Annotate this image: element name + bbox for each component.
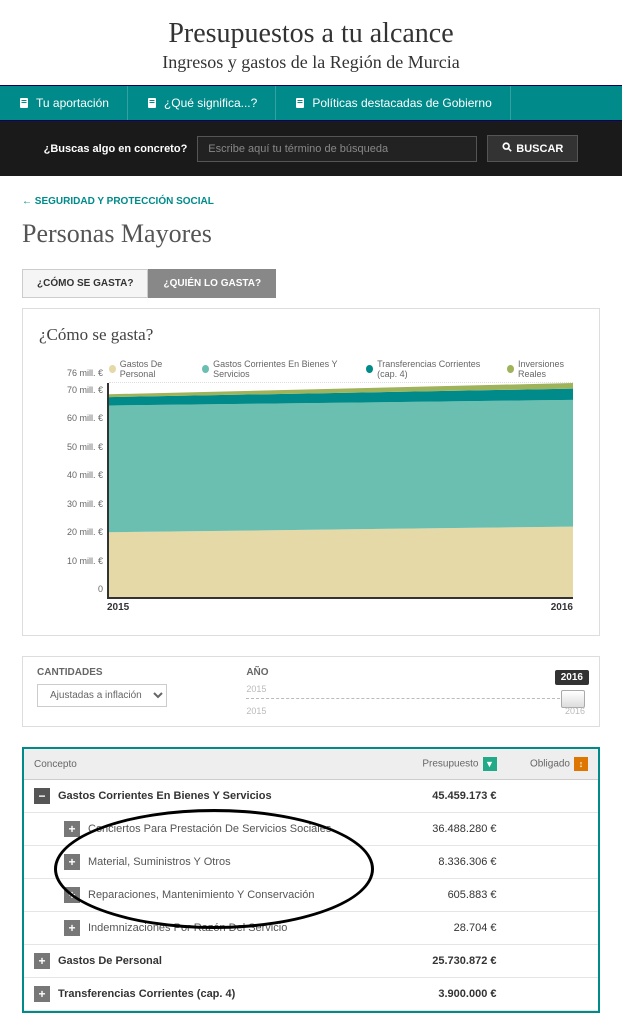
row-label: Transferencias Corrientes (cap. 4) <box>58 988 235 1000</box>
row-obligado <box>507 780 599 813</box>
nav-significa[interactable]: ¿Qué significa...? <box>128 86 276 120</box>
main-nav: Tu aportación ¿Qué significa...? Polític… <box>0 85 622 121</box>
xtick: 2015 <box>107 602 129 613</box>
search-prompt: ¿Buscas algo en concreto? <box>44 143 188 155</box>
legend-item[interactable]: Inversiones Reales <box>507 359 583 379</box>
expand-icon[interactable]: + <box>64 821 80 837</box>
expand-icon[interactable]: + <box>64 920 80 936</box>
tab-como[interactable]: ¿CÓMO SE GASTA? <box>22 269 148 298</box>
th-obligado[interactable]: Obligado↕ <box>507 749 599 780</box>
search-input[interactable] <box>197 136 477 162</box>
legend-label: Gastos Corrientes En Bienes Y Servicios <box>213 359 352 379</box>
nav-politicas[interactable]: Políticas destacadas de Gobierno <box>276 86 510 120</box>
sort-icon: ↕ <box>574 757 588 771</box>
site-subtitle: Ingresos y gastos de la Región de Murcia <box>0 52 622 73</box>
tab-quien[interactable]: ¿QUIÉN LO GASTA? <box>148 269 276 298</box>
document-icon <box>146 97 158 109</box>
year-mark: 2015 <box>246 706 266 716</box>
nav-label: ¿Qué significa...? <box>164 96 257 110</box>
page-title: Personas Mayores <box>22 219 600 249</box>
site-title: Presupuestos a tu alcance <box>0 18 622 50</box>
ytick: 40 mill. € <box>67 470 103 480</box>
ytick: 70 mill. € <box>67 385 103 395</box>
row-label: Conciertos Para Prestación De Servicios … <box>88 823 331 835</box>
row-obligado <box>507 945 599 978</box>
expand-icon[interactable]: + <box>64 854 80 870</box>
expand-icon[interactable]: + <box>64 887 80 903</box>
row-presupuesto: 28.704 € <box>396 912 506 945</box>
row-obligado <box>507 879 599 912</box>
nav-label: Políticas destacadas de Gobierno <box>312 96 491 110</box>
table-row[interactable]: + Material, Suministros Y Otros 8.336.306 … <box>24 846 598 879</box>
chart-legend: Gastos De Personal Gastos Corrientes En … <box>109 359 583 379</box>
legend-label: Inversiones Reales <box>518 359 583 379</box>
breadcrumb[interactable]: SEGURIDAD Y PROTECCIÓN SOCIAL <box>22 196 600 207</box>
row-label: Material, Suministros Y Otros <box>88 856 231 868</box>
sort-down-icon: ▼ <box>483 757 497 771</box>
row-presupuesto: 36.488.280 € <box>396 813 506 846</box>
controls-bar: CANTIDADES Ajustadas a inflación AÑO 201… <box>22 656 600 727</box>
table-row[interactable]: +Reparaciones, Mantenimiento Y Conservac… <box>24 879 598 912</box>
ano-label: AÑO <box>246 667 585 678</box>
ytick: 50 mill. € <box>67 442 103 452</box>
table-row[interactable]: + Conciertos Para Prestación De Servicios… <box>24 813 598 846</box>
ytick: 20 mill. € <box>67 527 103 537</box>
row-label: Indemnizaciones Por Razón Del Servicio <box>88 922 287 934</box>
collapse-icon[interactable]: − <box>34 788 50 804</box>
row-presupuesto: 605.883 € <box>396 879 506 912</box>
row-presupuesto: 45.459.173 € <box>396 780 506 813</box>
row-obligado <box>507 978 599 1011</box>
row-obligado <box>507 846 599 879</box>
panel-title: ¿Cómo se gasta? <box>39 325 583 345</box>
nav-label: Tu aportación <box>36 96 109 110</box>
cantidades-label: CANTIDADES <box>37 667 206 678</box>
search-button-label: BUSCAR <box>516 143 563 155</box>
expand-icon[interactable]: + <box>34 986 50 1002</box>
row-obligado <box>507 813 599 846</box>
area-chart: 0 10 mill. € 20 mill. € 30 mill. € 40 mill. … <box>39 383 583 613</box>
table-row[interactable]: −Gastos Corrientes En Bienes Y Servicios… <box>24 780 598 813</box>
xtick: 2016 <box>551 602 573 613</box>
row-label: Gastos Corrientes En Bienes Y Servicios <box>58 790 272 802</box>
th-concepto[interactable]: Concepto <box>24 749 396 780</box>
legend-item[interactable]: Gastos Corrientes En Bienes Y Servicios <box>202 359 352 379</box>
document-icon <box>18 97 30 109</box>
budget-table: Concepto Presupuesto▼ Obligado↕ −Gastos … <box>22 747 600 1013</box>
nav-aportacion[interactable]: Tu aportación <box>0 86 128 120</box>
row-presupuesto: 25.730.872 € <box>396 945 506 978</box>
legend-item[interactable]: Transferencias Corrientes (cap. 4) <box>366 359 493 379</box>
legend-label: Gastos De Personal <box>120 359 188 379</box>
ytick: 30 mill. € <box>67 499 103 509</box>
ytick: 0 <box>98 584 103 594</box>
ytick: 60 mill. € <box>67 413 103 423</box>
search-bar: ¿Buscas algo en concreto? BUSCAR <box>0 121 622 176</box>
search-button[interactable]: BUSCAR <box>487 135 578 162</box>
year-slider[interactable]: 2016 2015 2015 2016 <box>246 684 585 716</box>
legend-item[interactable]: Gastos De Personal <box>109 359 188 379</box>
row-presupuesto: 3.900.000 € <box>396 978 506 1011</box>
legend-label: Transferencias Corrientes (cap. 4) <box>377 359 493 379</box>
table-row[interactable]: + Transferencias Corrientes (cap. 4) 3.900… <box>24 978 598 1011</box>
row-label: Gastos De Personal <box>58 955 162 967</box>
th-presupuesto[interactable]: Presupuesto▼ <box>396 749 506 780</box>
magnifier-icon <box>502 142 512 155</box>
expand-icon[interactable]: + <box>34 953 50 969</box>
ytick: 76 mill. € <box>67 368 103 378</box>
document-icon <box>294 97 306 109</box>
row-presupuesto: 8.336.306 € <box>396 846 506 879</box>
table-row[interactable]: + Indemnizaciones Por Razón Del Servicio 2… <box>24 912 598 945</box>
year-mark: 2016 <box>565 706 585 716</box>
cantidades-select[interactable]: Ajustadas a inflación <box>37 684 167 707</box>
ytick: 10 mill. € <box>67 556 103 566</box>
row-obligado <box>507 912 599 945</box>
table-row[interactable]: + Gastos De Personal 25.730.872 € <box>24 945 598 978</box>
year-mark: 2015 <box>246 684 266 694</box>
year-badge: 2016 <box>555 670 589 685</box>
